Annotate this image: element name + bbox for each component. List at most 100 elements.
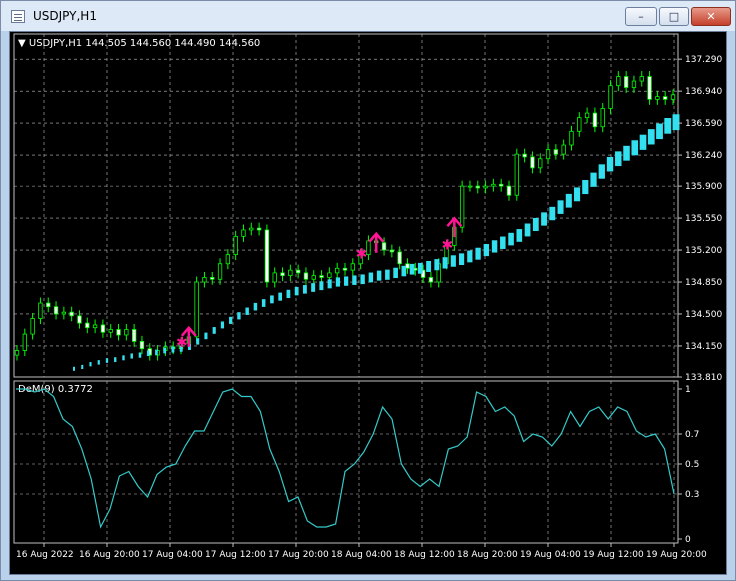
ma-dot (606, 156, 614, 172)
ma-dot (590, 172, 597, 187)
close-button[interactable]: ✕ (691, 7, 731, 26)
terminal-window: USDJPY,H1 – □ ✕ ▼ USDJPY,H1 144.505 144.… (0, 0, 736, 581)
ma-dot (286, 289, 291, 298)
ma-dot (335, 277, 340, 287)
price-chart[interactable]: ▼ USDJPY,H1 144.505 144.560 144.490 144.… (10, 32, 726, 574)
candle-body (561, 144, 566, 155)
ma-dot (155, 349, 158, 356)
ma-dot (245, 307, 249, 315)
price-tick-label: 134.500 (685, 310, 722, 320)
candle-body (577, 117, 582, 132)
ma-dot (450, 255, 456, 267)
title-bar[interactable]: USDJPY,H1 – □ ✕ (1, 1, 735, 31)
candle-body (514, 153, 519, 196)
dem-tick-label: 0.3 (685, 490, 699, 500)
candle-body (139, 340, 145, 350)
ma-dot (623, 145, 630, 161)
time-tick-label: 18 Aug 12:00 (394, 550, 455, 560)
ma-dot (582, 180, 589, 195)
candle-body (600, 108, 605, 128)
ma-dot (319, 281, 324, 291)
candle-body (303, 272, 309, 280)
price-tick-label: 134.850 (685, 278, 722, 288)
window-title: USDJPY,H1 (33, 9, 97, 23)
ma-dot (565, 193, 572, 208)
ma-dot (163, 347, 167, 354)
ma-dot (73, 366, 75, 371)
ma-dot (672, 114, 680, 131)
ma-dot (220, 321, 225, 329)
time-tick-label: 19 Aug 20:00 (646, 550, 707, 560)
signal-star: ✱ (176, 335, 188, 351)
ma-dot (664, 118, 672, 134)
ma-dot (212, 327, 216, 334)
ma-dot (573, 187, 581, 202)
time-tick-label: 17 Aug 20:00 (268, 550, 329, 560)
candle-body (311, 275, 316, 280)
candle-body (350, 263, 355, 271)
candle-body (381, 242, 387, 251)
ma-dot (524, 223, 531, 237)
ma-dot (385, 269, 390, 280)
candle-body (131, 329, 137, 342)
ma-dot (417, 262, 423, 274)
time-tick-label: 16 Aug 2022 (16, 550, 74, 560)
ma-dot (598, 164, 605, 179)
ma-dot (376, 270, 382, 281)
candle-body (295, 269, 301, 274)
candle-body (569, 130, 574, 146)
candle-body (530, 156, 535, 169)
candle-body (522, 153, 527, 158)
time-tick-label: 18 Aug 04:00 (331, 550, 392, 560)
candle-body (280, 272, 285, 277)
signal-star: ✱ (442, 237, 454, 253)
ma-dot (631, 140, 639, 156)
ma-dot (97, 360, 100, 365)
candle-body (272, 272, 277, 283)
candle-body (608, 85, 613, 109)
price-pane-border (13, 33, 679, 378)
candle-body (53, 306, 59, 315)
chart-area[interactable]: ▼ USDJPY,H1 144.505 144.560 144.490 144.… (9, 31, 727, 575)
dem-line (16, 388, 675, 529)
ma-dot (253, 302, 258, 311)
candle-body (499, 183, 504, 187)
time-tick-label: 19 Aug 12:00 (583, 550, 644, 560)
candle-body (592, 112, 598, 128)
ma-dot (344, 276, 349, 286)
chart-window-icon (11, 10, 25, 23)
candle-body (616, 76, 621, 87)
ma-dot (138, 352, 142, 358)
ma-dot (360, 274, 365, 285)
candle-body (225, 254, 231, 265)
maximize-button[interactable]: □ (659, 7, 689, 26)
price-tick-label: 137.290 (685, 55, 722, 65)
candle-body (475, 185, 480, 189)
candle-body (288, 269, 293, 277)
ma-dot (549, 206, 556, 221)
candle-body (623, 76, 629, 88)
ma-dot (467, 250, 473, 263)
ma-dot (491, 240, 498, 253)
ma-dot (130, 353, 133, 359)
candle-body (389, 249, 395, 253)
candle-body (46, 302, 51, 308)
candle-body (61, 311, 67, 315)
candle-body (194, 281, 199, 338)
candle-body (327, 272, 332, 278)
candle-body (30, 318, 35, 335)
candle-body (202, 277, 207, 283)
candles (14, 71, 676, 361)
candle-body (241, 229, 246, 237)
candle-body (397, 251, 402, 265)
candle-body (85, 322, 90, 329)
minimize-button[interactable]: – (625, 7, 657, 26)
dem-tick-label: 0 (685, 535, 691, 545)
candle-body (319, 275, 324, 278)
candle-body (670, 94, 676, 100)
candle-body (22, 333, 27, 351)
candle-body (92, 324, 98, 329)
price-tick-label: 135.900 (685, 182, 722, 192)
ma-dot (171, 346, 175, 353)
time-tick-label: 17 Aug 04:00 (142, 550, 203, 560)
